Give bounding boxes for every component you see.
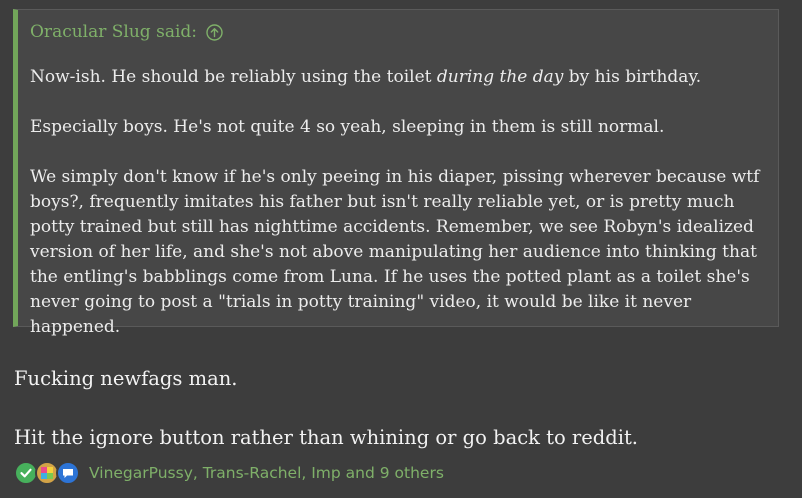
quote-body: Now-ish. He should be reliably using the…	[30, 65, 775, 340]
post-line: Fucking newfags man.	[14, 367, 238, 390]
quote-paragraph: Now-ish. He should be reliably using the…	[30, 67, 702, 87]
quote-paragraph: Especially boys. He's not quite 4 so yea…	[30, 117, 665, 137]
circle-up-arrow-icon[interactable]	[206, 23, 223, 41]
post-line: Hit the ignore button rather than whinin…	[14, 426, 638, 449]
quote-header[interactable]: Oracular Slug said:	[30, 22, 223, 42]
reaction-users-link[interactable]: VinegarPussy, Trans-Rachel, Imp and 9 ot…	[89, 464, 444, 482]
emphasis-text: during the day	[436, 67, 564, 87]
post-body: Fucking newfags man. Hit the ignore butt…	[14, 365, 784, 452]
quote-block: Oracular Slug said: Now-ish. He should b…	[13, 9, 779, 337]
reactions-bar: VinegarPussy, Trans-Rachel, Imp and 9 ot…	[14, 460, 444, 486]
speech-bubble-icon[interactable]	[56, 461, 80, 485]
quote-author-label[interactable]: Oracular Slug said:	[30, 22, 197, 42]
reaction-icons[interactable]	[14, 461, 80, 485]
quote-paragraph: We simply don't know if he's only peeing…	[30, 167, 760, 337]
